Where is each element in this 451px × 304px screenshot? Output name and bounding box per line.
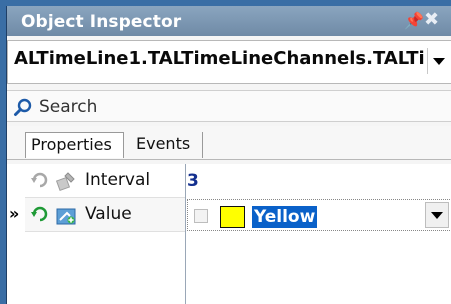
chevron-down-icon xyxy=(432,57,445,65)
property-value-editor[interactable]: Yellow xyxy=(187,199,451,231)
close-icon[interactable]: ✖ xyxy=(424,11,442,29)
property-row-value[interactable]: » Value Yellow xyxy=(7,198,451,232)
tab-events[interactable]: Events xyxy=(131,132,203,158)
tab-properties[interactable]: Properties xyxy=(25,132,124,158)
tool-icon xyxy=(56,208,76,225)
title-bar[interactable]: Object Inspector 📌 ✖ xyxy=(7,6,451,36)
property-row-interval[interactable]: Interval 3 xyxy=(7,164,451,198)
search-input[interactable]: Search xyxy=(39,97,97,117)
property-name-cell[interactable]: Interval xyxy=(25,164,185,198)
color-swatch xyxy=(220,206,245,228)
row-gutter xyxy=(7,164,25,198)
property-name: Value xyxy=(85,204,132,224)
inspector-window-frame: Object Inspector 📌 ✖ ALTimeLine1.TALTime… xyxy=(0,0,451,304)
property-grid: Interval 3 » Value Yellow xyxy=(7,164,451,304)
object-inspector-panel: Object Inspector 📌 ✖ ALTimeLine1.TALTime… xyxy=(6,6,451,304)
window-title: Object Inspector xyxy=(21,12,182,32)
undo-icon[interactable] xyxy=(31,171,49,189)
chevron-down-icon xyxy=(431,211,443,219)
property-value-cell[interactable]: 3 xyxy=(187,164,451,198)
object-selector-combobox[interactable]: ALTimeLine1.TALTimeLineChannels.TALTin xyxy=(7,40,451,84)
row-gutter: » xyxy=(7,198,25,232)
search-icon xyxy=(14,98,32,116)
tool-icon xyxy=(55,172,75,192)
object-selector-dropdown-button[interactable] xyxy=(427,48,449,74)
ellipsis-button[interactable] xyxy=(194,209,208,223)
undo-icon[interactable] xyxy=(31,205,49,223)
property-name: Interval xyxy=(85,170,151,190)
inspector-tabs: Properties Events xyxy=(7,126,451,160)
pin-icon[interactable]: 📌 xyxy=(404,12,424,30)
search-bar[interactable]: Search xyxy=(7,90,451,122)
property-value-input[interactable]: Yellow xyxy=(252,206,318,228)
value-dropdown-button[interactable] xyxy=(425,202,449,228)
object-selector-value[interactable]: ALTimeLine1.TALTimeLineChannels.TALTin xyxy=(14,48,426,74)
current-row-marker: » xyxy=(9,204,20,223)
property-value[interactable]: 3 xyxy=(187,171,199,191)
property-name-cell[interactable]: Value xyxy=(25,198,185,232)
